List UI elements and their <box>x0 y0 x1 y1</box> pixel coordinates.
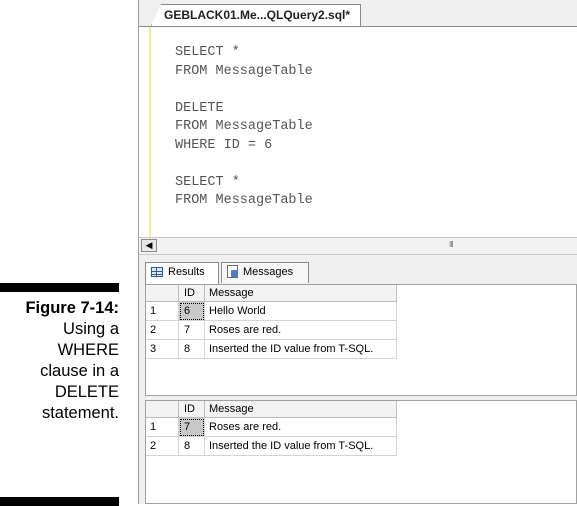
header-row: ID Message <box>146 285 397 302</box>
tab-messages-label: Messages <box>243 266 294 278</box>
caption-line: WHERE <box>57 341 119 359</box>
cell-message[interactable]: Inserted the ID value from T-SQL. <box>204 436 397 456</box>
column-header-id[interactable]: ID <box>178 401 205 418</box>
table-row[interactable]: 1 6 Hello World <box>146 301 397 321</box>
table-row[interactable]: 1 7 Roses are red. <box>146 417 397 437</box>
horizontal-scrollbar[interactable]: ◀ III <box>139 237 577 255</box>
editor-gutter <box>139 27 151 237</box>
corner-header[interactable] <box>146 401 179 418</box>
query-document-tab[interactable]: GEBLACK01.Me...QLQuery2.sql* <box>151 4 361 26</box>
ssms-window: GEBLACK01.Me...QLQuery2.sql* SELECT * FR… <box>138 0 577 504</box>
tab-messages[interactable]: Messages <box>221 262 309 283</box>
document-tabstrip: GEBLACK01.Me...QLQuery2.sql* <box>139 0 577 27</box>
row-number[interactable]: 2 <box>146 320 179 340</box>
cell-id[interactable]: 8 <box>178 436 205 456</box>
cell-message[interactable]: Roses are red. <box>204 417 397 437</box>
tab-results-label: Results <box>168 266 205 278</box>
column-header-message[interactable]: Message <box>204 285 397 302</box>
cell-id[interactable]: 8 <box>178 339 205 359</box>
corner-header[interactable] <box>146 285 179 302</box>
header-row: ID Message <box>146 401 397 418</box>
row-number[interactable]: 1 <box>146 417 179 437</box>
result-table: ID Message 1 6 Hello World 2 7 Roses are… <box>146 285 397 359</box>
caption-line: DELETE <box>54 383 119 401</box>
code-line: FROM MessageTable <box>175 119 313 134</box>
cell-message[interactable]: Roses are red. <box>204 320 397 340</box>
results-tabstrip: Results Messages <box>139 260 577 284</box>
result-table: ID Message 1 7 Roses are red. 2 8 Insert… <box>146 401 397 456</box>
table-row[interactable]: 3 8 Inserted the ID value from T-SQL. <box>146 339 397 359</box>
arrow-left-icon[interactable]: ◀ <box>141 239 157 252</box>
caption-line: Using a <box>63 320 119 338</box>
result-grid-1[interactable]: ID Message 1 6 Hello World 2 7 Roses are… <box>145 284 577 396</box>
column-header-id[interactable]: ID <box>178 285 205 302</box>
caption-top-bar <box>0 283 119 292</box>
row-number[interactable]: 1 <box>146 301 179 321</box>
row-number[interactable]: 2 <box>146 436 179 456</box>
table-row[interactable]: 2 7 Roses are red. <box>146 320 397 340</box>
result-grid-2[interactable]: ID Message 1 7 Roses are red. 2 8 Insert… <box>145 400 577 504</box>
code-line: SELECT * <box>175 174 240 190</box>
grid-icon <box>151 267 163 277</box>
tab-results[interactable]: Results <box>145 262 219 284</box>
code-line: FROM MessageTable <box>175 63 313 79</box>
row-number[interactable]: 3 <box>146 339 179 359</box>
figure-caption: Figure 7-14: Using a WHERE clause in a D… <box>0 298 119 424</box>
code-line: DELETE <box>175 100 224 116</box>
cell-message[interactable]: Hello World <box>204 301 397 321</box>
cell-id[interactable]: 7 <box>178 417 205 437</box>
column-header-message[interactable]: Message <box>204 401 397 418</box>
cell-id[interactable]: 6 <box>178 301 205 321</box>
query-editor[interactable]: SELECT * FROM MessageTable DELETE FROM M… <box>139 27 577 238</box>
sql-code[interactable]: SELECT * FROM MessageTable DELETE FROM M… <box>175 44 313 211</box>
cell-id[interactable]: 7 <box>178 320 205 340</box>
caption-bottom-bar <box>0 497 119 506</box>
caption-line: clause in a <box>40 362 119 380</box>
message-icon <box>227 265 238 278</box>
code-line: WHERE ID = 6 <box>175 137 273 153</box>
figure-number: Figure 7-14: <box>25 299 119 317</box>
scroll-grip[interactable]: III <box>449 240 454 249</box>
caption-line: statement. <box>41 404 119 422</box>
cell-message[interactable]: Inserted the ID value from T-SQL. <box>204 339 397 359</box>
code-line: FROM MessageTable <box>175 193 313 208</box>
code-line: SELECT * <box>175 45 240 60</box>
table-row[interactable]: 2 8 Inserted the ID value from T-SQL. <box>146 436 397 456</box>
